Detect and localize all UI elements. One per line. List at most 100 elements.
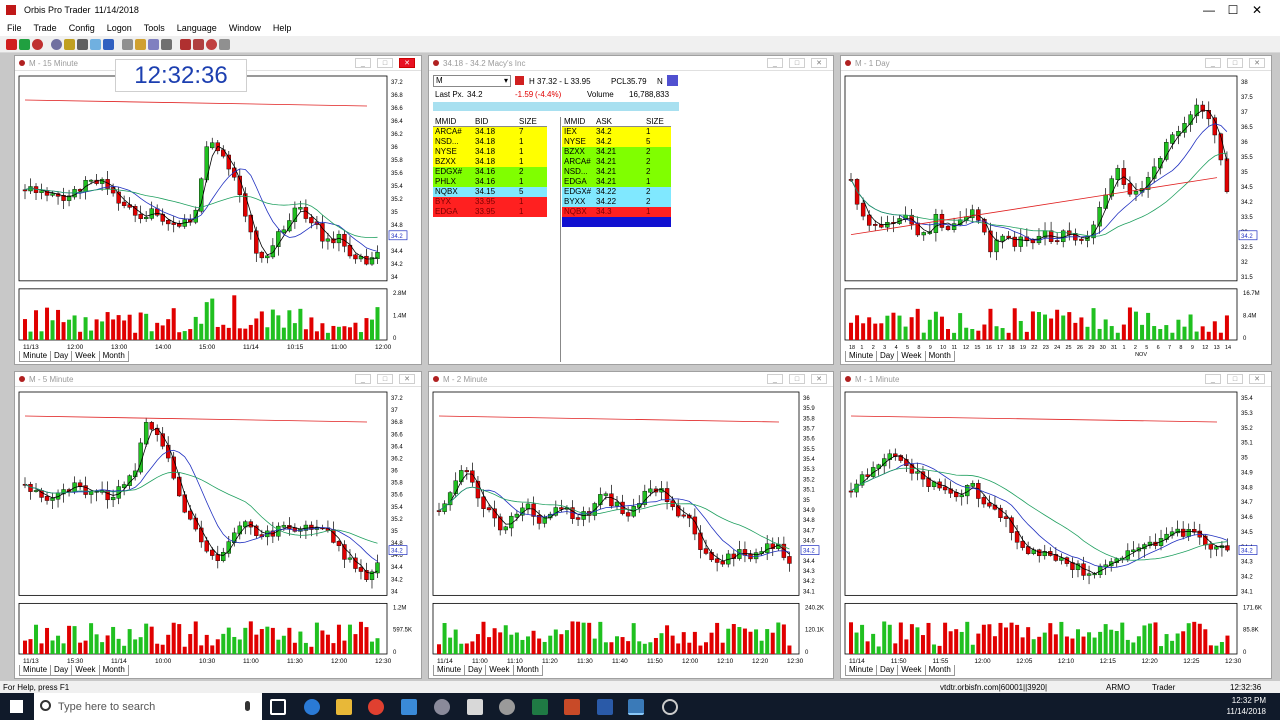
menu-trade[interactable]: Trade: [34, 23, 57, 33]
ask-px: 34.21: [596, 157, 617, 166]
trade-icon[interactable]: [6, 38, 17, 50]
bid-row[interactable]: BYX 33.95 1: [433, 197, 547, 207]
tab-month[interactable]: Month: [98, 665, 129, 676]
chart-canvas[interactable]: 35.4 35.3 35.2 35.1 35 34.9 34.8 34.7 34.6 34.5 34…: [841, 372, 1271, 678]
timer-icon[interactable]: [206, 38, 217, 50]
start-icon[interactable]: [10, 700, 23, 713]
settings-icon[interactable]: [662, 699, 678, 715]
game-icon[interactable]: [434, 699, 450, 715]
ask-row[interactable]: ARCA# 34.21 2: [562, 157, 671, 167]
tab-week[interactable]: Week: [897, 665, 926, 676]
tab-week[interactable]: Week: [71, 351, 100, 362]
ask-row[interactable]: [562, 217, 671, 227]
globe-icon[interactable]: [51, 38, 62, 50]
ask-row[interactable]: BYXX 34.22 2: [562, 197, 671, 207]
task-view-icon[interactable]: [270, 699, 286, 715]
ask-row[interactable]: IEX 34.2 1: [562, 127, 671, 137]
tab-minute[interactable]: Minute: [845, 351, 878, 362]
orbis-trader-icon[interactable]: [628, 699, 644, 715]
bid-row[interactable]: EDGA 33.95 1: [433, 207, 547, 217]
tab-day[interactable]: Day: [876, 665, 899, 676]
candle: [336, 541, 342, 546]
taskbar-search-input[interactable]: Type here to search: [34, 693, 262, 720]
excel-icon[interactable]: [532, 699, 548, 715]
volume-bar: [210, 298, 215, 340]
symbol-input[interactable]: M ▾: [433, 75, 511, 87]
percent-icon[interactable]: [77, 38, 88, 50]
edge-icon[interactable]: [304, 699, 320, 715]
bid-row[interactable]: BZXX 34.18 1: [433, 157, 547, 167]
print-icon[interactable]: [219, 38, 230, 50]
chart-icon[interactable]: [64, 38, 75, 50]
tab-minute[interactable]: Minute: [19, 351, 52, 362]
menu-tools[interactable]: Tools: [144, 23, 165, 33]
powerpoint-icon[interactable]: [564, 699, 580, 715]
app-icon[interactable]: [499, 699, 515, 715]
volume-bar: [303, 642, 308, 654]
word-icon[interactable]: [597, 699, 613, 715]
chart-canvas[interactable]: 3837.53736.53635.53534.534.233.53332.532…: [841, 56, 1271, 364]
menu-logon[interactable]: Logon: [107, 23, 132, 33]
tab-month[interactable]: Month: [924, 351, 955, 362]
tab-minute[interactable]: Minute: [19, 665, 52, 676]
bid-row[interactable]: EDGX# 34.16 2: [433, 167, 547, 177]
refresh-icon[interactable]: [32, 38, 43, 50]
bid-row[interactable]: ARCA# 34.18 7: [433, 127, 547, 137]
tab-month[interactable]: Month: [512, 665, 543, 676]
menu-help[interactable]: Help: [273, 23, 292, 33]
tab-day[interactable]: Day: [50, 351, 73, 362]
panel-minimize-button[interactable]: _: [767, 58, 783, 68]
tab-week[interactable]: Week: [71, 665, 100, 676]
ask-row[interactable]: BZXX 34.21 2: [562, 147, 671, 157]
tab-month[interactable]: Month: [98, 351, 129, 362]
tab-week[interactable]: Week: [485, 665, 514, 676]
bid-row[interactable]: PHLX 34.16 1: [433, 177, 547, 187]
tab-minute[interactable]: Minute: [433, 665, 466, 676]
file-explorer-icon[interactable]: [336, 699, 352, 715]
alert-icon[interactable]: [135, 38, 146, 50]
tab-month[interactable]: Month: [924, 665, 955, 676]
ask-row[interactable]: EDGA 34.21 1: [562, 177, 671, 187]
dollar-icon[interactable]: [19, 38, 30, 50]
chart-canvas[interactable]: 37.2 36.8 36.6 36.4 36.2 36 35.8 35.6 35.4 35.2 35…: [15, 56, 421, 364]
chart-canvas[interactable]: 37.2 37 36.8 36.6 36.4 36.2 36 35.8 35.6 35.4 35.2…: [15, 372, 421, 678]
bid-row[interactable]: NYSE 34.18 1: [433, 147, 547, 157]
ask-row[interactable]: NSD... 34.21 2: [562, 167, 671, 177]
mail-icon[interactable]: [161, 38, 172, 50]
ask-row[interactable]: NQBX 34.3 1: [562, 207, 671, 217]
news-icon[interactable]: [122, 38, 133, 50]
bid-row[interactable]: NQBX 34.15 5: [433, 187, 547, 197]
tab-day[interactable]: Day: [464, 665, 487, 676]
system-clock[interactable]: 12:32 PM 11/14/2018: [1227, 695, 1266, 717]
candle: [1208, 543, 1214, 550]
menu-window[interactable]: Window: [229, 23, 261, 33]
volume-bar: [309, 317, 314, 340]
tab-minute[interactable]: Minute: [845, 665, 878, 676]
tab-day[interactable]: Day: [876, 351, 899, 362]
tab-day[interactable]: Day: [50, 665, 73, 676]
layout-icon[interactable]: [193, 38, 204, 50]
volume-bar: [226, 627, 231, 654]
panel-maximize-button[interactable]: □: [789, 58, 805, 68]
tab-week[interactable]: Week: [897, 351, 926, 362]
ask-row[interactable]: NYSE 34.2 5: [562, 137, 671, 147]
bid-row[interactable]: NSD... 34.18 1: [433, 137, 547, 147]
options-icon[interactable]: [148, 38, 159, 50]
close-button[interactable]: ✕: [1234, 0, 1280, 20]
settings-icon[interactable]: [180, 38, 191, 50]
microphone-icon[interactable]: [245, 701, 250, 711]
ask-row[interactable]: EDGX# 34.22 2: [562, 187, 671, 197]
app-icon[interactable]: [467, 699, 483, 715]
search-icon[interactable]: [90, 38, 101, 50]
volume-bar: [369, 319, 374, 340]
volume-bar: [23, 319, 27, 340]
watchlist-icon[interactable]: [103, 38, 114, 50]
settings-icon[interactable]: [667, 75, 678, 86]
menu-config[interactable]: Config: [69, 23, 95, 33]
chart-canvas[interactable]: 36 35.9 35.8 35.7 35.6 35.5 35.4 35.3 35.2 35.1 35…: [429, 372, 833, 678]
menu-file[interactable]: File: [7, 23, 22, 33]
chrome-icon[interactable]: [368, 699, 384, 715]
app-icon[interactable]: [401, 699, 417, 715]
menu-language[interactable]: Language: [177, 23, 217, 33]
panel-close-button[interactable]: ✕: [811, 58, 827, 68]
